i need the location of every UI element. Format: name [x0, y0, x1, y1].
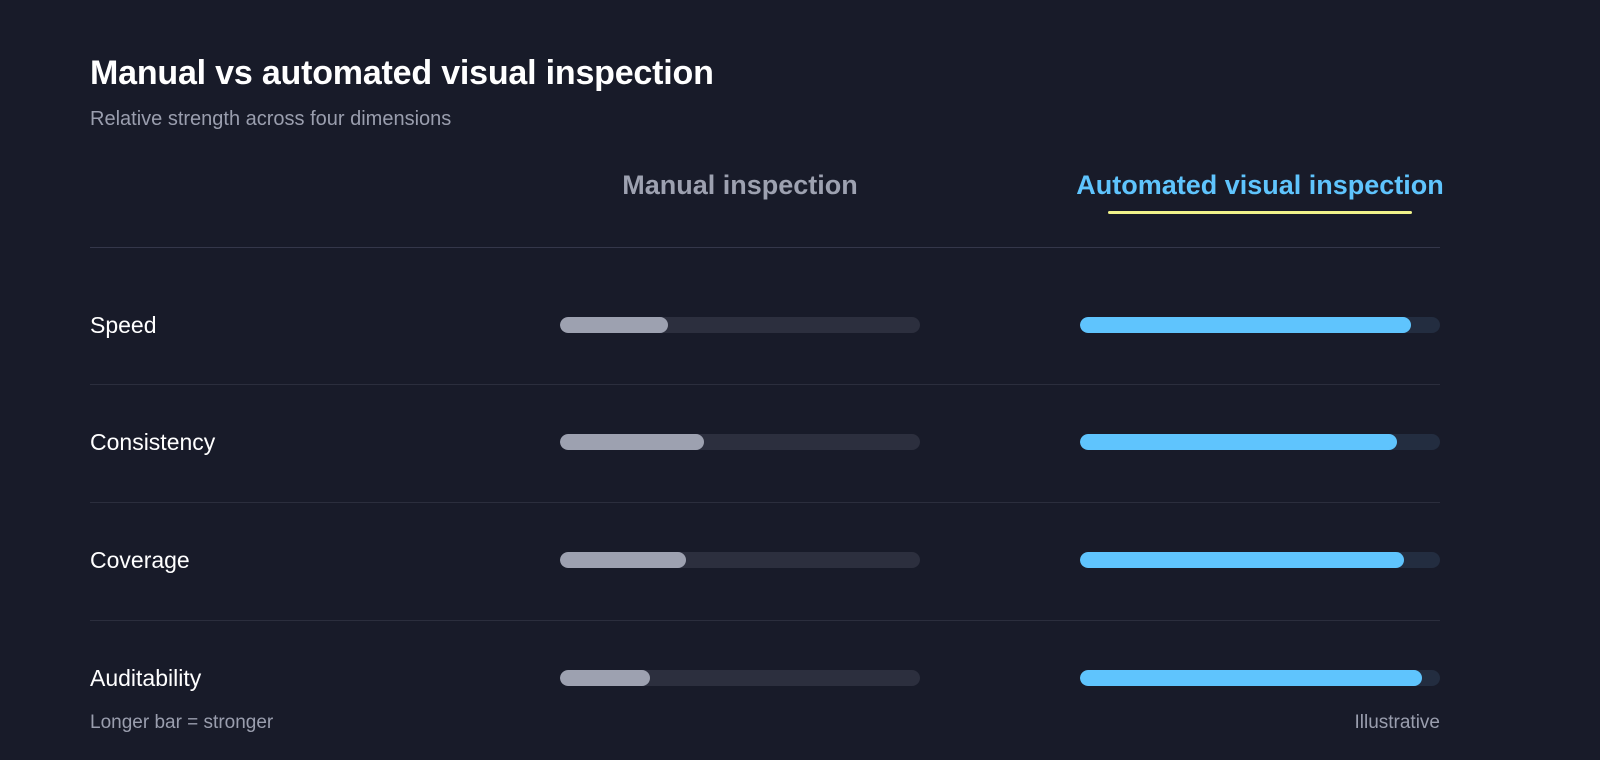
bar-auto-coverage [1080, 552, 1404, 568]
bar-track-auto-coverage [1080, 552, 1440, 568]
bar-track-auto-speed [1080, 317, 1440, 333]
bar-track-manual-consistency [560, 434, 920, 450]
bar-auto-consistency [1080, 434, 1397, 450]
chart-title: Manual vs automated visual inspection [90, 54, 714, 92]
bar-manual-consistency [560, 434, 704, 450]
row-label-coverage: Coverage [90, 547, 190, 573]
bar-track-manual-speed [560, 317, 920, 333]
footnote-left: Longer bar = stronger [90, 712, 274, 733]
bar-track-auto-auditability [1080, 670, 1440, 686]
bar-track-auto-consistency [1080, 434, 1440, 450]
chart-subtitle: Relative strength across four dimensions [90, 108, 452, 130]
bar-auto-speed [1080, 317, 1411, 333]
row-divider [90, 620, 1440, 621]
row-label-auditability: Auditability [90, 665, 202, 691]
bar-manual-speed [560, 317, 668, 333]
bar-manual-auditability [560, 670, 650, 686]
column-header-underline [1108, 211, 1412, 214]
column-header-manual: Manual inspection [622, 170, 858, 200]
bar-track-manual-auditability [560, 670, 920, 686]
row-divider [90, 384, 1440, 385]
bar-manual-coverage [560, 552, 686, 568]
row-label-consistency: Consistency [90, 429, 216, 455]
row-label-speed: Speed [90, 312, 157, 338]
column-header-automated: Automated visual inspection [1076, 170, 1444, 200]
header-divider [90, 247, 1440, 248]
footnote-right: Illustrative [1354, 712, 1440, 733]
bar-auto-auditability [1080, 670, 1422, 686]
bar-track-manual-coverage [560, 552, 920, 568]
row-divider [90, 502, 1440, 503]
